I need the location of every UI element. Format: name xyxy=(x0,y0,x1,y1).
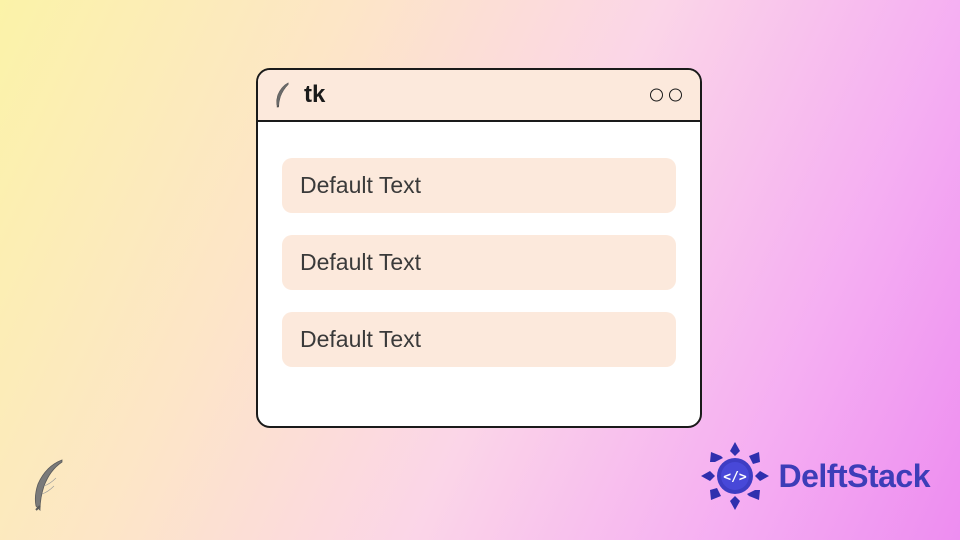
feather-icon xyxy=(272,81,294,109)
mandala-logo-icon: </> xyxy=(697,438,773,514)
svg-text:</>: </> xyxy=(723,470,747,485)
window-title: tk xyxy=(304,81,325,109)
feather-icon xyxy=(28,456,72,512)
entry-input-3[interactable]: Default Text xyxy=(282,312,676,367)
brand-name: DelftStack xyxy=(779,458,931,495)
delftstack-logo: </> DelftStack xyxy=(697,438,931,514)
entry-input-2[interactable]: Default Text xyxy=(282,235,676,290)
window-control-close[interactable] xyxy=(669,89,682,102)
entry-input-1[interactable]: Default Text xyxy=(282,158,676,213)
window-control-minimize[interactable] xyxy=(650,89,663,102)
titlebar[interactable]: tk xyxy=(258,70,700,122)
tk-window: tk Default Text Default Text Default Tex… xyxy=(256,68,702,428)
window-body: Default Text Default Text Default Text xyxy=(258,122,700,387)
window-controls xyxy=(650,89,682,102)
